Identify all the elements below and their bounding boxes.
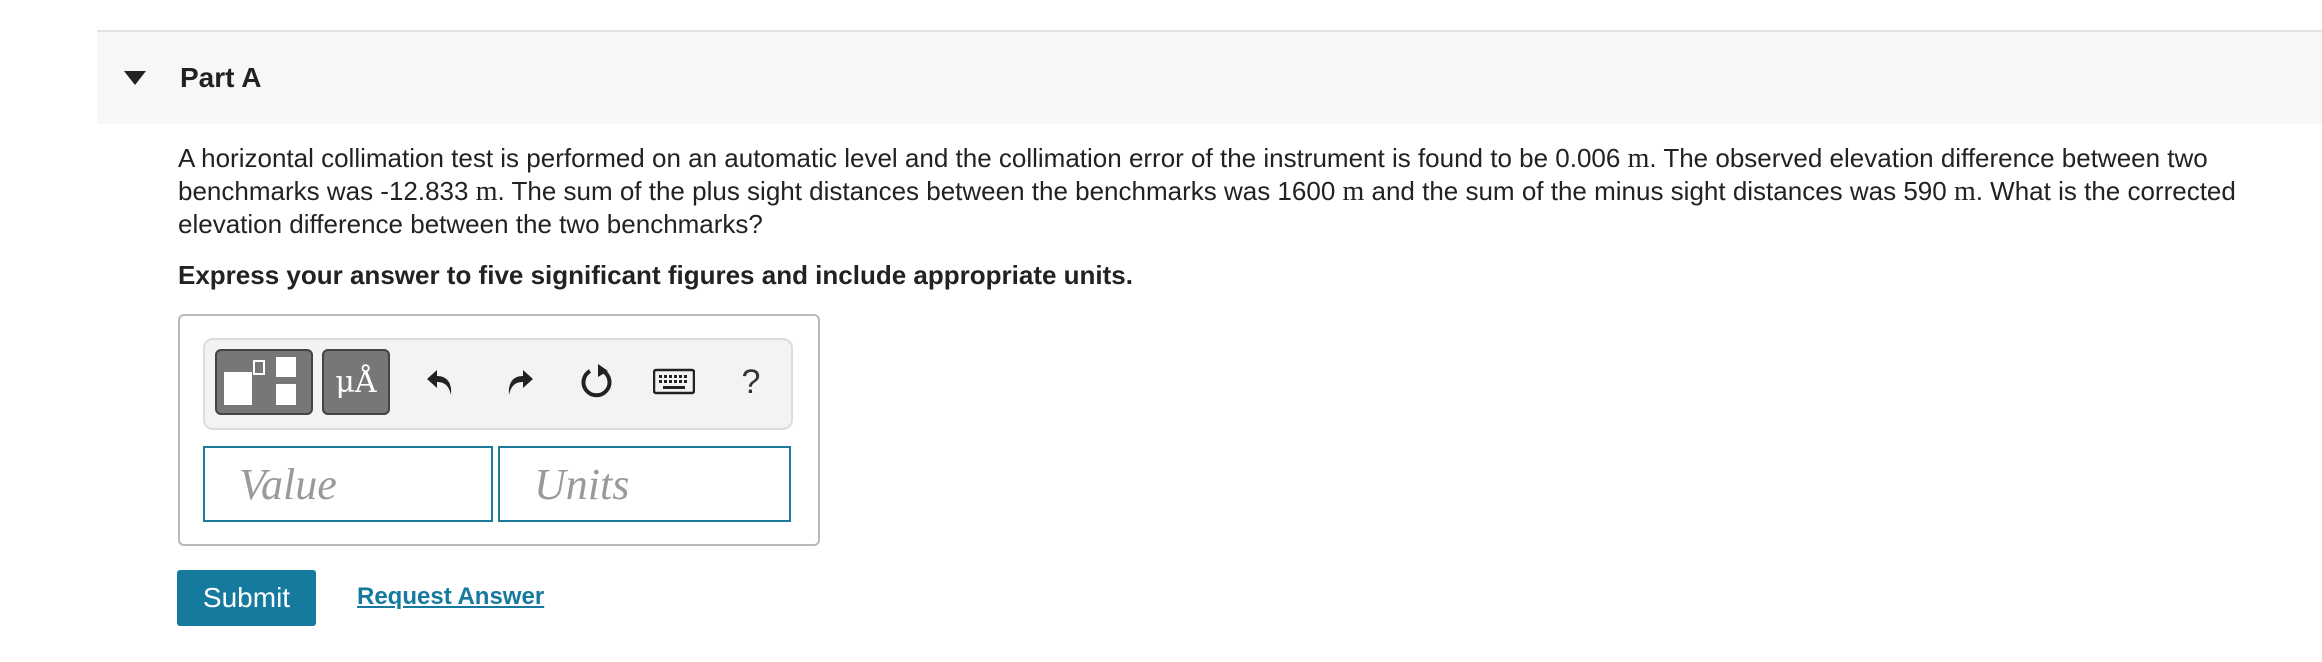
unit-meters: m (1342, 176, 1365, 207)
templates-icon (224, 357, 296, 405)
value-input[interactable] (203, 446, 493, 522)
part-header[interactable]: Part A (97, 32, 2322, 124)
question-text-part: . The sum of the plus sight distances be… (497, 176, 1343, 206)
unit-meters: m (1627, 143, 1650, 174)
unit-meters: m (475, 176, 498, 207)
undo-icon (427, 370, 452, 395)
part-title: Part A (180, 62, 262, 93)
submit-button[interactable]: Submit (177, 570, 316, 626)
units-icon: μÅ (335, 364, 377, 400)
templates-button[interactable] (215, 349, 313, 415)
unit-meters: m (1953, 176, 1976, 207)
math-toolbar: μÅ ? (203, 338, 793, 430)
request-answer-link[interactable]: Request Answer (357, 583, 544, 611)
question-text-part: and the sum of the minus sight distances… (1364, 176, 1954, 206)
units-button[interactable]: μÅ (322, 349, 390, 415)
keyboard-button[interactable] (648, 349, 700, 415)
help-button[interactable]: ? (725, 349, 777, 415)
answer-box: μÅ ? Value Units (178, 314, 820, 546)
help-icon: ? (741, 362, 761, 401)
reset-icon (581, 364, 612, 398)
question-text: A horizontal collimation test is perform… (178, 142, 2278, 240)
redo-button[interactable] (493, 349, 545, 415)
undo-button[interactable] (415, 349, 467, 415)
reset-button[interactable] (571, 349, 623, 415)
redo-icon (508, 370, 533, 395)
caret-down-icon[interactable] (124, 71, 146, 85)
keyboard-icon (653, 368, 695, 395)
answer-instruction: Express your answer to five significant … (178, 260, 1133, 290)
question-text-part: A horizontal collimation test is perform… (178, 143, 1628, 173)
units-input[interactable] (498, 446, 791, 522)
